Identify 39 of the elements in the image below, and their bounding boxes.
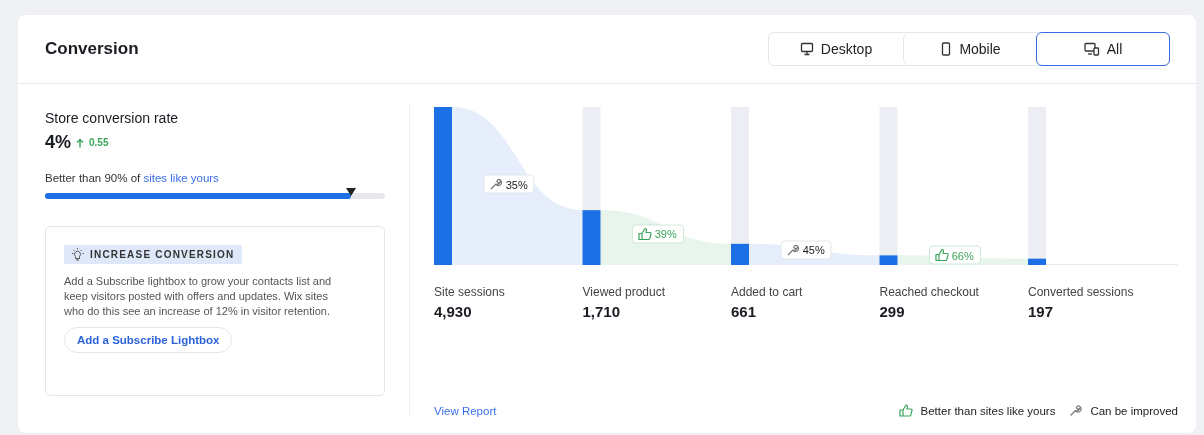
stage-label: Viewed product <box>582 285 666 299</box>
thumbs-up-icon <box>934 248 949 262</box>
marker-icon <box>346 188 356 196</box>
device-tab[interactable]: All <box>1036 32 1170 66</box>
thumbs-up-icon <box>637 227 652 241</box>
stage-label: Added to cart <box>731 285 804 299</box>
wrench-icon <box>1069 404 1083 417</box>
step-rate-badge: 45% <box>780 240 832 260</box>
legend-label: Better than sites like yours <box>920 404 1056 417</box>
stage-value: 661 <box>731 303 758 320</box>
step-rate-badge: 39% <box>631 224 684 244</box>
wrench-icon <box>786 243 800 257</box>
step-rate-badge: 35% <box>483 174 535 194</box>
stage-label: Reached checkout <box>879 285 980 299</box>
stage-value: 299 <box>879 303 906 320</box>
lightbulb-icon <box>71 248 84 261</box>
monitor-icon <box>799 42 814 56</box>
change-value: 0.55 <box>89 137 109 148</box>
view-report-link[interactable]: View Report <box>434 404 497 417</box>
stage-label: Site sessions <box>434 285 506 299</box>
metric-value: 4% <box>45 132 71 153</box>
thumbs-up-icon <box>898 404 913 417</box>
card-title: Conversion <box>45 39 139 59</box>
sites-link[interactable]: sites like yours <box>143 172 219 184</box>
tag-text: INCREASE CONVERSION <box>90 249 235 260</box>
stage-label: Converted sessions <box>1028 285 1135 299</box>
arrow-up-icon <box>76 137 84 148</box>
wrench-icon <box>489 177 503 191</box>
devices-icon <box>1083 42 1100 56</box>
stage-value: 1,710 <box>582 303 622 320</box>
tip-text: Add a Subscribe lightbox to grow your contacts list and keep visitors posted with offers and updates. Wix sites who do this see an increase of 12% in visitor retention. <box>64 274 333 319</box>
add-lightbox-button[interactable]: Add a Subscribe Lightbox <box>64 327 233 353</box>
stage-value: 197 <box>1028 303 1055 320</box>
step-rate-badge: 66% <box>928 245 981 265</box>
legend-label: Can be improved <box>1090 404 1178 417</box>
phone-icon <box>940 42 953 56</box>
metric-label: Store conversion rate <box>45 110 180 126</box>
stage-value: 4,930 <box>434 303 473 320</box>
comparison-text: Better than 90% of sites like yours <box>45 172 220 184</box>
